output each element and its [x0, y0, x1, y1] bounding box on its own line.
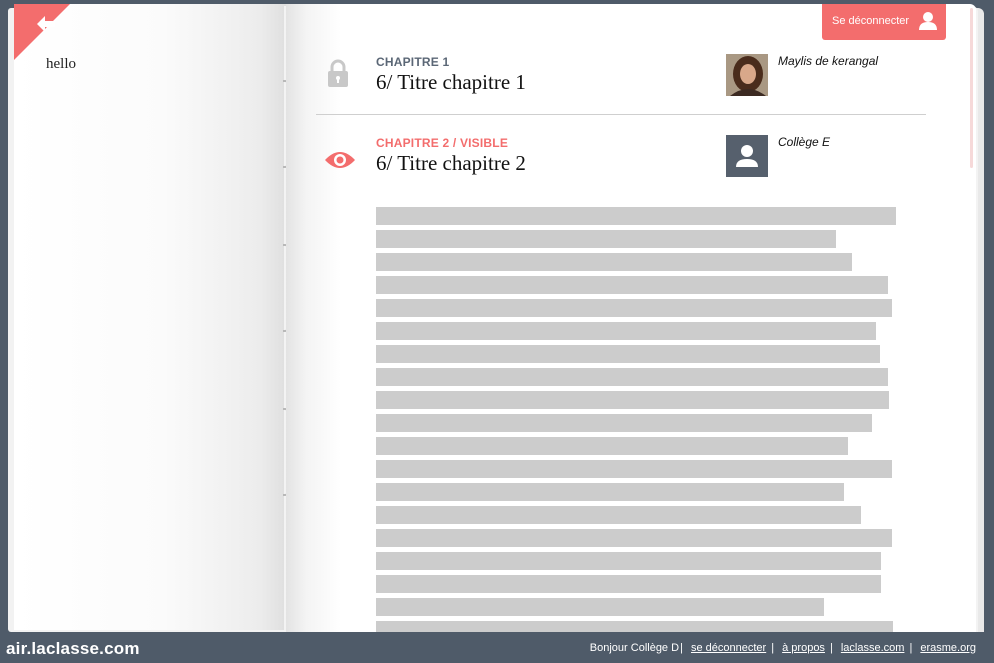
- left-page-text: hello: [46, 56, 76, 72]
- user-icon: [919, 12, 937, 30]
- chapter-title: 6/ Titre chapitre 2: [376, 151, 526, 175]
- chapter-divider: [316, 114, 926, 115]
- text-line-placeholder: [376, 345, 880, 363]
- eye-icon: [325, 152, 355, 168]
- text-line-placeholder: [376, 368, 888, 386]
- footer-links: Bonjour Collège D| se déconnecter | à pro…: [590, 642, 980, 654]
- laclasse-link[interactable]: laclasse.com: [841, 642, 905, 654]
- back-arrow-icon[interactable]: [36, 14, 56, 34]
- lock-icon: [328, 59, 348, 87]
- text-line-placeholder: [376, 299, 892, 317]
- default-avatar-icon: [726, 135, 768, 177]
- erasme-link[interactable]: erasme.org: [920, 642, 976, 654]
- text-line-placeholder: [376, 483, 844, 501]
- chapter-item[interactable]: CHAPITRE 1 6/ Titre chapitre 1 Maylis de…: [316, 54, 936, 114]
- author-name: Collège E: [778, 135, 831, 149]
- footer-logout-link[interactable]: se déconnecter: [691, 642, 766, 654]
- chapter-kicker: CHAPITRE 2 / VISIBLE: [376, 136, 509, 150]
- greeting-text: Bonjour Collège D: [589, 642, 680, 654]
- chapter-kicker: CHAPITRE 1: [376, 55, 450, 69]
- right-page: Se déconnecter CHAPITRE 1 6/ Titre chapi…: [286, 4, 976, 632]
- text-line-placeholder: [376, 621, 893, 632]
- text-line-placeholder: [376, 437, 848, 455]
- text-line-placeholder: [376, 575, 881, 593]
- text-line-placeholder: [376, 276, 888, 294]
- about-link[interactable]: à propos: [782, 642, 825, 654]
- text-line-placeholder: [376, 207, 896, 225]
- text-line-placeholder: [376, 529, 892, 547]
- text-line-placeholder: [376, 253, 852, 271]
- text-line-placeholder: [376, 230, 836, 248]
- separator: |: [829, 642, 833, 654]
- author-avatar: [726, 54, 768, 96]
- text-line-placeholder: [376, 322, 876, 340]
- chapter-title: 6/ Titre chapitre 1: [376, 70, 526, 94]
- text-line-placeholder: [376, 414, 872, 432]
- chapter-item[interactable]: CHAPITRE 2 / VISIBLE 6/ Titre chapitre 2…: [316, 135, 936, 195]
- separator: |: [771, 642, 775, 654]
- brand-logo[interactable]: air.laclasse.com: [6, 639, 140, 659]
- logout-label: Se déconnecter: [832, 15, 910, 27]
- separator: |: [909, 642, 913, 654]
- text-line-placeholder: [376, 552, 881, 570]
- scrollbar[interactable]: [970, 8, 973, 168]
- chapter-content-placeholder: [376, 207, 906, 632]
- text-line-placeholder: [376, 598, 824, 616]
- text-line-placeholder: [376, 460, 892, 478]
- text-line-placeholder: [376, 506, 861, 524]
- logout-button[interactable]: Se déconnecter: [822, 4, 946, 40]
- separator: |: [680, 642, 683, 654]
- footer-bar: air.laclasse.com Bonjour Collège D| se d…: [0, 632, 994, 663]
- left-page: hello: [14, 4, 288, 630]
- text-line-placeholder: [376, 391, 889, 409]
- author-name: Maylis de kerangal: [778, 54, 879, 68]
